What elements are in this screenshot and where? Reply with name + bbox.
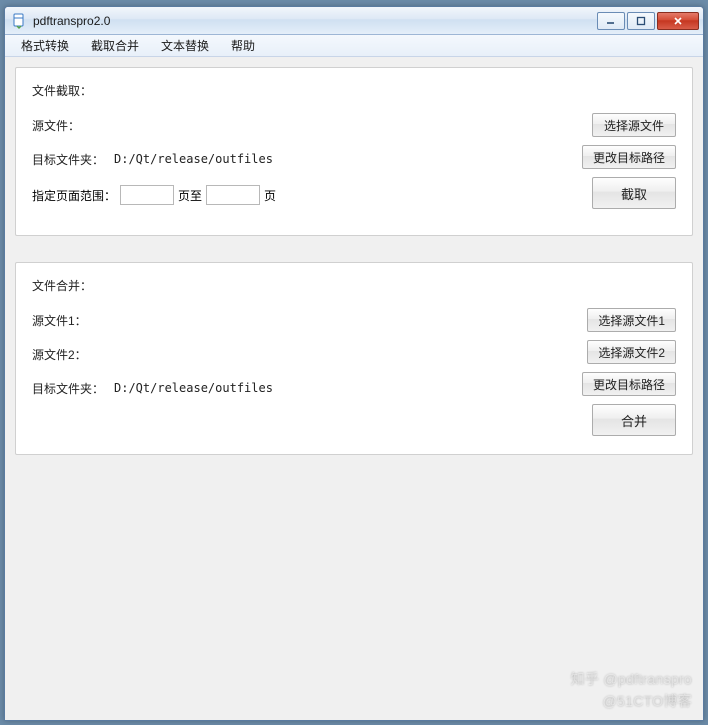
content-area: 文件截取： 源文件： 目标文件夹： D:/Qt/release/outfiles… bbox=[5, 57, 703, 720]
select-source2-button[interactable]: 选择源文件2 bbox=[587, 340, 676, 364]
menu-help[interactable]: 帮助 bbox=[221, 35, 265, 56]
menubar: 格式转换 截取合并 文本替换 帮助 bbox=[5, 35, 703, 57]
close-button[interactable] bbox=[657, 12, 699, 30]
app-window: pdftranspro2.0 格式转换 截取合并 文本替换 帮助 文件截取： bbox=[4, 6, 704, 721]
merge-button[interactable]: 合并 bbox=[592, 404, 676, 436]
window-title: pdftranspro2.0 bbox=[33, 14, 597, 28]
extract-source-label: 源文件： bbox=[32, 117, 114, 134]
change-merge-target-button[interactable]: 更改目标路径 bbox=[582, 372, 676, 396]
merge-source2-label: 源文件2： bbox=[32, 346, 114, 363]
merge-target-value: D:/Qt/release/outfiles bbox=[114, 381, 576, 395]
extract-range-label: 指定页面范围： bbox=[32, 187, 116, 204]
extract-target-value: D:/Qt/release/outfiles bbox=[114, 152, 576, 166]
extract-panel: 文件截取： 源文件： 目标文件夹： D:/Qt/release/outfiles… bbox=[15, 67, 693, 236]
merge-target-label: 目标文件夹： bbox=[32, 380, 114, 397]
app-icon bbox=[11, 13, 27, 29]
merge-title: 文件合并： bbox=[32, 277, 676, 294]
merge-source1-label: 源文件1： bbox=[32, 312, 114, 329]
extract-target-label: 目标文件夹： bbox=[32, 151, 114, 168]
window-buttons bbox=[597, 12, 699, 30]
minimize-button[interactable] bbox=[597, 12, 625, 30]
page-suffix-label: 页 bbox=[264, 187, 276, 204]
maximize-button[interactable] bbox=[627, 12, 655, 30]
menu-text-replace[interactable]: 文本替换 bbox=[151, 35, 219, 56]
extract-button[interactable]: 截取 bbox=[592, 177, 676, 209]
page-to-input[interactable] bbox=[206, 185, 260, 205]
extract-title: 文件截取： bbox=[32, 82, 676, 99]
select-source-button[interactable]: 选择源文件 bbox=[592, 113, 676, 137]
page-mid-label: 页至 bbox=[178, 187, 202, 204]
select-source1-button[interactable]: 选择源文件1 bbox=[587, 308, 676, 332]
titlebar: pdftranspro2.0 bbox=[5, 7, 703, 35]
menu-format-convert[interactable]: 格式转换 bbox=[11, 35, 79, 56]
menu-extract-merge[interactable]: 截取合并 bbox=[81, 35, 149, 56]
change-target-button[interactable]: 更改目标路径 bbox=[582, 145, 676, 169]
page-from-input[interactable] bbox=[120, 185, 174, 205]
merge-panel: 文件合并： 源文件1： 源文件2： 目标文件夹： D:/Qt/release/o… bbox=[15, 262, 693, 455]
